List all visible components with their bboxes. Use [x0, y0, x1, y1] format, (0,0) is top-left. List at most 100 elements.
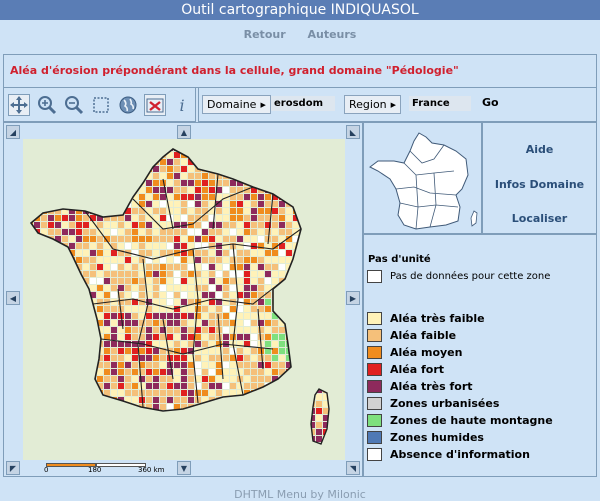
- map-cell: [132, 229, 138, 235]
- scale-reset-icon[interactable]: [144, 94, 166, 116]
- map-cell: [258, 278, 264, 284]
- legend-swatch: [367, 448, 382, 461]
- map-cell: [174, 285, 180, 291]
- back-link[interactable]: Retour: [244, 28, 286, 41]
- pan-northwest-arrow[interactable]: ◢: [6, 125, 20, 139]
- map-cell: [300, 271, 301, 277]
- pan-icon[interactable]: [8, 94, 30, 116]
- map-cell: [97, 264, 103, 270]
- map-cell: [251, 334, 257, 340]
- pan-southeast-arrow[interactable]: ◥: [346, 461, 360, 475]
- locate-link[interactable]: Localiser: [483, 212, 596, 225]
- map-cell: [146, 194, 152, 200]
- map-cell: [258, 411, 264, 417]
- map-cell: [69, 306, 75, 312]
- map-cell: [97, 313, 103, 319]
- map-cell: [188, 236, 194, 242]
- map-cell: [300, 180, 301, 186]
- zoom-out-icon[interactable]: [63, 94, 85, 116]
- map-cell: [34, 152, 40, 158]
- map-cell: [293, 390, 299, 396]
- map-cell: [286, 215, 292, 221]
- map-cell: [62, 362, 68, 368]
- map-cell: [111, 320, 117, 326]
- map-cell: [202, 229, 208, 235]
- map-cell: [34, 299, 40, 305]
- map-cell: [237, 334, 243, 340]
- info-icon[interactable]: i: [171, 94, 193, 116]
- region-selector[interactable]: Region: [344, 95, 402, 114]
- map-cell: [125, 264, 131, 270]
- map-cell: [209, 369, 215, 375]
- map-cell: [146, 201, 152, 207]
- map-cell: [195, 152, 201, 158]
- map-cell: [237, 152, 243, 158]
- map-cell: [188, 278, 194, 284]
- pan-northeast-arrow[interactable]: ◣: [346, 125, 360, 139]
- map-cell: [188, 362, 194, 368]
- map-cell: [55, 173, 61, 179]
- pan-southwest-arrow[interactable]: ◤: [6, 461, 20, 475]
- map-cell: [76, 362, 82, 368]
- map-cell: [153, 271, 159, 277]
- map-cell: [174, 334, 180, 340]
- authors-link[interactable]: Auteurs: [307, 28, 356, 41]
- map-cell: [181, 149, 187, 151]
- map-cell: [251, 229, 257, 235]
- map-cell: [83, 376, 89, 382]
- pan-east-arrow[interactable]: ▶: [346, 291, 360, 305]
- map-cell: [139, 355, 145, 361]
- map-cell: [118, 222, 124, 228]
- go-button[interactable]: Go: [482, 96, 499, 109]
- overview-minimap[interactable]: [363, 122, 482, 234]
- map-cell: [48, 390, 54, 396]
- map-cell: [111, 383, 117, 389]
- map-cell: [195, 180, 201, 186]
- map-cell: [69, 376, 75, 382]
- map-cell: [279, 306, 285, 312]
- map-cell: [293, 271, 299, 277]
- map-cell: [202, 376, 208, 382]
- map-cell: [167, 292, 173, 298]
- map-cell: [48, 250, 54, 256]
- map-cell: [188, 397, 194, 403]
- help-link[interactable]: Aide: [483, 143, 596, 156]
- zoom-in-icon[interactable]: [36, 94, 58, 116]
- map-cell: [272, 250, 278, 256]
- legend-label: Aléa très fort: [390, 380, 473, 393]
- map-cell: [265, 313, 271, 319]
- map-cell: [237, 313, 243, 319]
- pan-north-arrow[interactable]: ▲: [177, 125, 191, 139]
- map-cell: [223, 383, 229, 389]
- map-cell: [104, 201, 110, 207]
- map-cell: [41, 404, 47, 410]
- map-cell: [34, 320, 40, 326]
- zoom-box-icon[interactable]: [90, 94, 112, 116]
- map-cell: [174, 320, 180, 326]
- map-cell: [244, 292, 250, 298]
- map-cell: [216, 229, 222, 235]
- map-cell: [139, 306, 145, 312]
- globe-icon[interactable]: [117, 94, 139, 116]
- map-cell: [286, 292, 292, 298]
- map-cell: [223, 376, 229, 382]
- erosion-map[interactable]: [23, 139, 345, 460]
- map-cell: [216, 404, 222, 410]
- map-cell: [97, 257, 103, 263]
- map-cell: [300, 299, 301, 305]
- map-cell: [55, 243, 61, 249]
- map-cell: [90, 250, 96, 256]
- map-cell: [279, 264, 285, 270]
- map-cell: [202, 222, 208, 228]
- map-cell: [181, 313, 187, 319]
- map-cell: [139, 292, 145, 298]
- pan-west-arrow[interactable]: ◀: [6, 291, 20, 305]
- map-cell: [132, 149, 138, 151]
- map-cell: [279, 215, 285, 221]
- domain-selector[interactable]: Domaine: [202, 95, 271, 114]
- map-cell: [188, 327, 194, 333]
- map-cell: [279, 397, 285, 403]
- map-cell: [90, 271, 96, 277]
- map-cell: [251, 306, 257, 312]
- domain-info-link[interactable]: Infos Domaine: [483, 178, 596, 191]
